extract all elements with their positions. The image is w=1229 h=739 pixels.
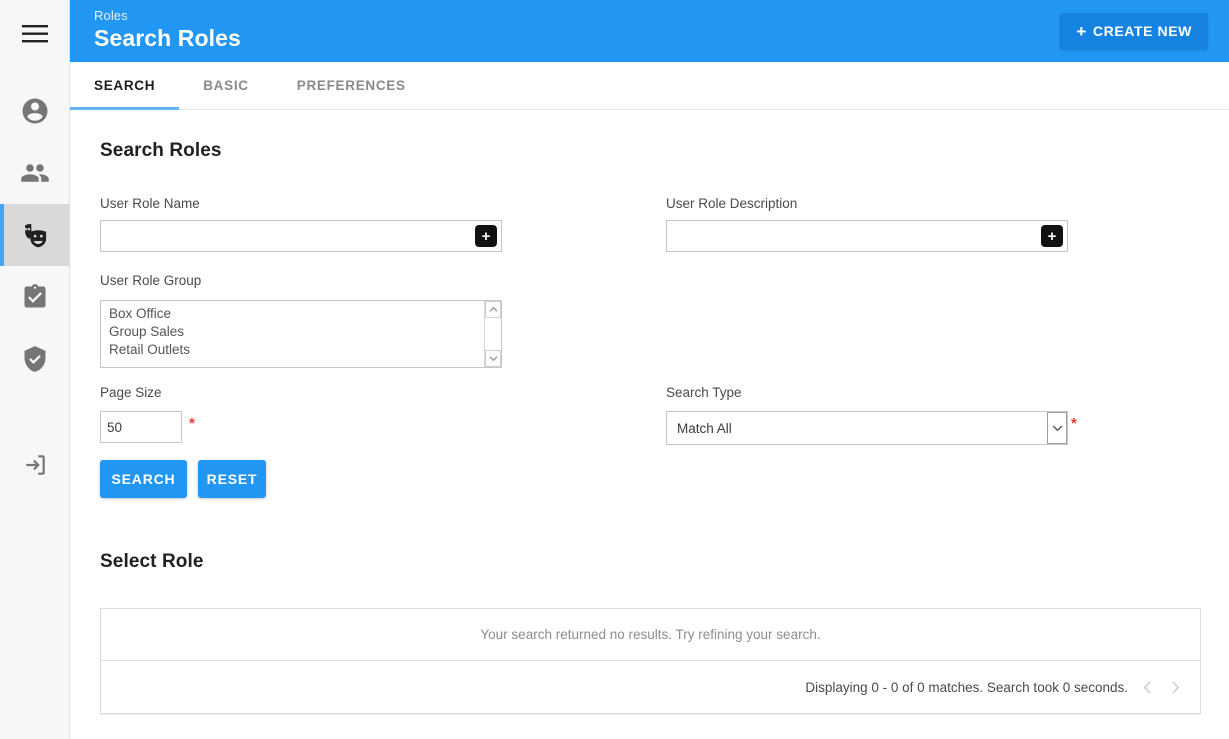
create-new-button[interactable]: + CREATE NEW [1060,13,1208,49]
app-root: Roles Search Roles + CREATE NEW SEARCH B… [0,0,1229,739]
create-new-label: CREATE NEW [1092,23,1192,39]
previous-page-icon[interactable] [1138,678,1156,696]
pagination-bar: Displaying 0 - 0 of 0 matches. Search to… [101,661,1200,713]
shield-check-icon [21,345,49,373]
page-size-input[interactable] [101,412,181,442]
sidebar-item-roles[interactable] [0,204,70,266]
next-page-icon[interactable] [1166,678,1184,696]
people-icon [20,158,50,188]
sidebar-item-security[interactable] [0,328,70,390]
tab-basic[interactable]: BASIC [179,62,273,109]
user-role-name-add-icon[interactable]: + [475,225,497,247]
tab-search[interactable]: SEARCH [70,62,180,110]
search-type-select[interactable]: Match All [666,411,1068,445]
list-item[interactable]: Group Sales [109,323,484,341]
plus-icon: + [1076,21,1087,41]
list-item[interactable]: Box Office [109,305,484,323]
search-type-value: Match All [677,420,732,436]
bottom-divider [100,714,1201,715]
user-role-group-listbox[interactable]: Box Office Group Sales Retail Outlets [100,300,502,368]
user-role-description-label: User Role Description [666,196,798,211]
page-size-required-marker: * [189,415,195,432]
main-content: Search Roles User Role Name + User Role … [70,110,1229,739]
page-size-label: Page Size [100,385,162,400]
sidebar-item-assignments[interactable] [0,266,70,328]
search-type-required-marker: * [1071,415,1077,432]
page-header: Roles Search Roles + CREATE NEW [70,0,1229,62]
scroll-up-icon[interactable] [485,301,501,318]
listbox-scrollbar[interactable] [484,301,501,367]
sidebar-item-logout[interactable] [0,434,70,496]
breadcrumb[interactable]: Roles [94,8,128,23]
search-button[interactable]: SEARCH [100,460,187,498]
results-panel: Your search returned no results. Try ref… [100,608,1201,714]
user-role-description-field[interactable]: + [666,220,1068,252]
list-item[interactable]: Retail Outlets [109,341,484,359]
tab-preferences[interactable]: PREFERENCES [273,62,430,109]
user-role-description-add-icon[interactable]: + [1041,225,1063,247]
chevron-down-icon[interactable] [1047,412,1067,444]
search-type-label: Search Type [666,385,742,400]
sidebar-item-menu-toggle[interactable] [0,0,70,68]
empty-results-message: Your search returned no results. Try ref… [101,609,1200,661]
user-role-group-label: User Role Group [100,273,202,288]
user-role-description-input[interactable] [667,221,1067,251]
sidebar-item-people[interactable] [0,142,70,204]
page-title: Search Roles [94,25,241,51]
tab-bar: SEARCH BASIC PREFERENCES [70,62,1229,110]
sidebar-rail [0,0,70,739]
reset-button[interactable]: RESET [198,460,266,498]
sidebar-item-account-circle[interactable] [0,80,70,142]
theater-masks-icon [20,220,50,250]
page-size-field[interactable] [100,411,182,443]
pagination-summary: Displaying 0 - 0 of 0 matches. Search to… [805,679,1128,695]
account-circle-icon [20,96,50,126]
scroll-down-icon[interactable] [485,350,501,367]
select-role-section-title: Select Role [100,551,204,572]
search-section-title: Search Roles [100,140,222,161]
exit-to-app-icon [22,452,48,478]
user-role-group-options: Box Office Group Sales Retail Outlets [101,301,484,367]
user-role-name-input[interactable] [101,221,501,251]
user-role-name-label: User Role Name [100,196,200,211]
assignment-turned-in-icon [21,283,49,311]
hamburger-menu-icon [22,24,48,44]
user-role-name-field[interactable]: + [100,220,502,252]
